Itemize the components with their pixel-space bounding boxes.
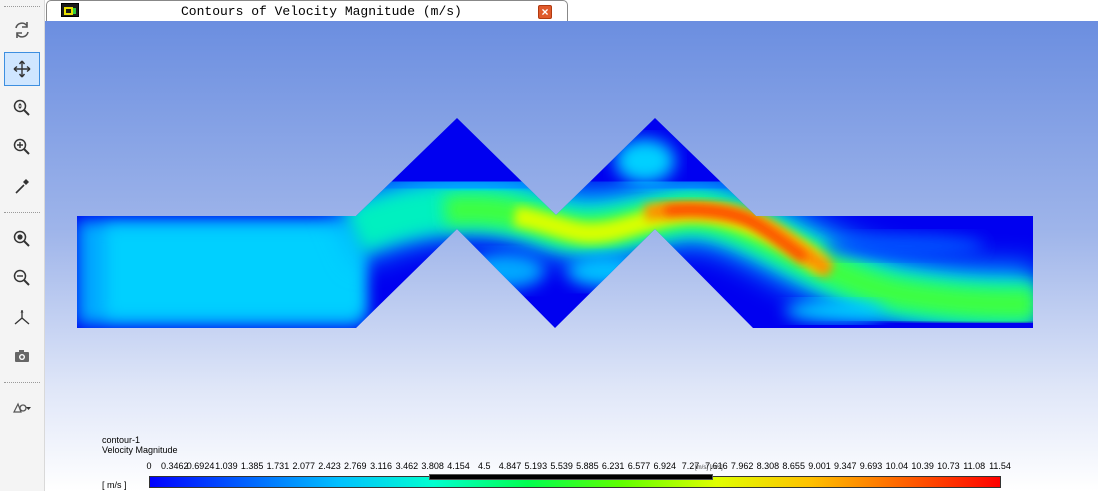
fit-window-icon [13, 230, 30, 247]
rotate-view-button[interactable] [4, 13, 40, 47]
legend-tick-label: 6.924 [653, 461, 677, 471]
fit-to-window-button[interactable] [4, 222, 40, 256]
zoom-in-out-button[interactable] [4, 91, 40, 125]
legend-tick-label: 9.001 [808, 461, 831, 471]
legend-tick-label: 4.847 [498, 461, 522, 471]
probe-icon [15, 179, 29, 194]
legend-tick-label: 10.39 [911, 461, 934, 471]
legend-tick-label: 0.3462 [161, 461, 189, 471]
legend-tick-labels: 0 0.3462 0.6924 1.039 1.385 1.731 2.077 2.423 2.… [45, 461, 1098, 473]
duct-domain [77, 118, 1033, 328]
legend-tick-label: 7.962 [730, 461, 754, 471]
legend-tick-label: 10.04 [885, 461, 909, 471]
axes-icon [14, 310, 30, 325]
axes-orientation-button[interactable] [4, 300, 40, 334]
legend-tick-label: 4.154 [447, 461, 470, 471]
zoom-area-icon [13, 138, 30, 155]
close-tab-button[interactable]: × [538, 5, 552, 19]
legend-tick-label: 4.5 [477, 461, 491, 471]
toolbar-separator [4, 6, 40, 7]
zoom-to-area-button[interactable] [4, 130, 40, 164]
legend-tick-label: 0.6924 [186, 461, 215, 471]
legend-tick-label: 5.539 [550, 461, 573, 471]
legend-tick-label: 2.769 [344, 461, 367, 471]
save-picture-button[interactable] [4, 339, 40, 373]
legend-unit: [ m/s ] [102, 480, 127, 490]
legend-tick-label: 8.655 [782, 461, 805, 471]
legend-tick-label: 6.577 [627, 461, 651, 471]
legend-tick-label: 3.808 [421, 461, 444, 471]
pan-arrows-icon [13, 60, 31, 78]
colormap-range-slider[interactable] [429, 474, 713, 480]
slider-unit-label: [m/s] [m/s] [695, 465, 723, 471]
legend-tick-label: 9.693 [859, 461, 883, 471]
zoom-in-out-icon [13, 99, 30, 116]
legend-tick-label: 5.193 [524, 461, 548, 471]
zoom-out-icon [13, 269, 30, 286]
legend-tick-label: 2.077 [292, 461, 315, 471]
legend-tick-label: 6.231 [601, 461, 625, 471]
view-settings-icon [13, 402, 31, 413]
legend-tick-label: 5.885 [576, 461, 599, 471]
legend-tick-label: 1.731 [266, 461, 290, 471]
legend-tick-label: 1.039 [215, 461, 238, 471]
graphics-toolbar [0, 0, 45, 491]
pan-button[interactable] [4, 52, 40, 86]
toolbar-separator [4, 212, 40, 213]
legend-tick-label: 11.08 [963, 461, 986, 471]
graphics-window-tab[interactable]: Contours of Velocity Magnitude (m/s) × [46, 0, 568, 21]
legend-tick-label: 3.462 [395, 461, 419, 471]
graphics-viewport[interactable]: contour-1 Velocity Magnitude 0 0.3462 0.69… [45, 21, 1098, 491]
legend-variable-name: Velocity Magnitude [102, 445, 178, 455]
legend-tick-label: 10.73 [937, 461, 960, 471]
legend-tick-label: 11.54 [989, 461, 1011, 471]
zoom-out-button[interactable] [4, 261, 40, 295]
rotate-icon [15, 22, 29, 38]
legend-tick-label: 1.385 [240, 461, 264, 471]
legend-tick-label: 9.347 [834, 461, 857, 471]
legend-tick-label: 3.116 [370, 461, 393, 471]
camera-icon [15, 350, 29, 362]
legend-tick-label: 2.423 [318, 461, 341, 471]
toolbar-separator [4, 382, 40, 383]
app-logo-icon [61, 3, 79, 17]
probe-button[interactable] [4, 169, 40, 203]
view-options-dropdown[interactable] [4, 391, 40, 425]
legend-tick-label: 8.308 [756, 461, 780, 471]
tab-title: Contours of Velocity Magnitude (m/s) [181, 4, 462, 19]
legend-tick-label: 0 [146, 461, 152, 471]
legend-contour-name: contour-1 [102, 435, 141, 445]
velocity-contour-plot [77, 118, 1033, 328]
